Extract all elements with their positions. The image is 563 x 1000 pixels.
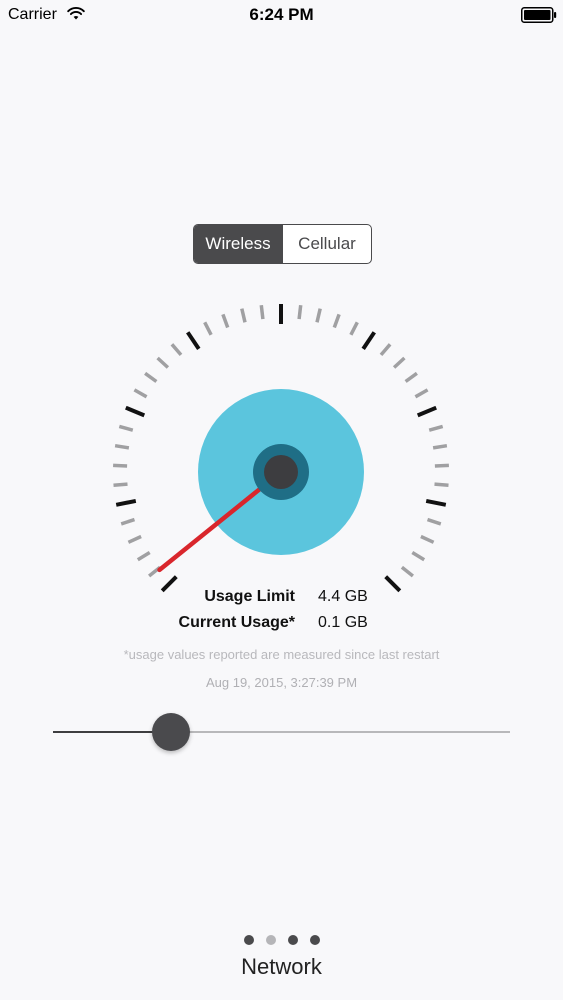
gauge-minor-tick [120,517,136,526]
gauge-minor-tick [315,308,322,323]
gauge-major-tick [115,498,137,507]
gauge-minor-tick [144,371,158,383]
segment-cellular[interactable]: Cellular [282,225,371,263]
gauge-minor-tick [332,313,341,329]
gauge-major-tick [125,405,146,418]
segment-wireless[interactable]: Wireless [194,225,282,263]
gauge-minor-tick [432,443,448,450]
gauge-minor-tick [113,463,128,468]
gauge-minor-tick [133,388,148,399]
page-indicator [0,935,563,945]
status-time: 6:24 PM [249,5,314,24]
gauge-minor-tick [170,343,183,357]
usage-footnote: *usage values reported are measured sinc… [123,647,440,662]
gauge-minor-tick [414,388,429,399]
last-updated-timestamp: Aug 19, 2015, 3:27:39 PM [205,675,358,690]
page-dot[interactable] [309,935,320,945]
gauge-major-tick [186,331,201,351]
battery-icon [521,7,557,23]
gauge-minor-tick [114,443,130,450]
gauge-minor-tick [434,463,449,468]
gauge-minor-tick [392,356,406,369]
gauge-minor-tick [411,551,426,562]
slider-track-remaining [170,731,510,733]
page-title: Network [241,954,322,979]
gauge-minor-tick [434,482,449,487]
gauge-minor-tick [426,517,442,526]
gauge-minor-tick [136,551,151,562]
gauge-minor-tick [420,534,435,544]
slider-thumb[interactable] [151,713,190,751]
current-usage-value: 0.1 GB [318,614,368,631]
page-dot[interactable] [265,935,276,945]
gauge-minor-tick [400,565,414,578]
gauge-minor-tick [297,304,303,320]
gauge-minor-tick [221,313,230,329]
usage-limit-value: 4.4 GB [318,588,368,605]
status-bar: Carrier 6:24 PM [0,0,563,30]
gauge-minor-tick [349,321,359,336]
gauge-major-tick [361,331,376,351]
usage-gauge [113,304,449,593]
gauge-major-tick [425,498,447,507]
gauge-minor-tick [118,424,134,432]
screen: Carrier 6:24 PM Wireless Cellular Usage … [0,0,563,1000]
page-dot[interactable] [243,935,254,945]
gauge-minor-tick [156,356,170,369]
usage-limit-slider[interactable] [53,712,510,752]
gauge-minor-tick [379,343,392,357]
gauge-minor-tick [259,304,265,320]
gauge-minor-tick [428,424,444,432]
gauge-minor-tick [127,534,142,544]
gauge-hub [264,455,298,489]
gauge-minor-tick [240,308,247,323]
gauge-minor-tick [203,321,213,336]
current-usage-row: Current Usage* 0.1 GB [0,612,563,634]
current-usage-label: Current Usage* [178,614,295,631]
page-dot[interactable] [287,935,298,945]
network-type-segmented-control: Wireless Cellular [193,224,372,264]
usage-limit-label: Usage Limit [204,588,295,605]
gauge-minor-tick [113,482,128,487]
gauge-minor-tick [404,371,418,383]
gauge-major-tick [416,405,437,418]
usage-limit-row: Usage Limit 4.4 GB [0,586,563,608]
